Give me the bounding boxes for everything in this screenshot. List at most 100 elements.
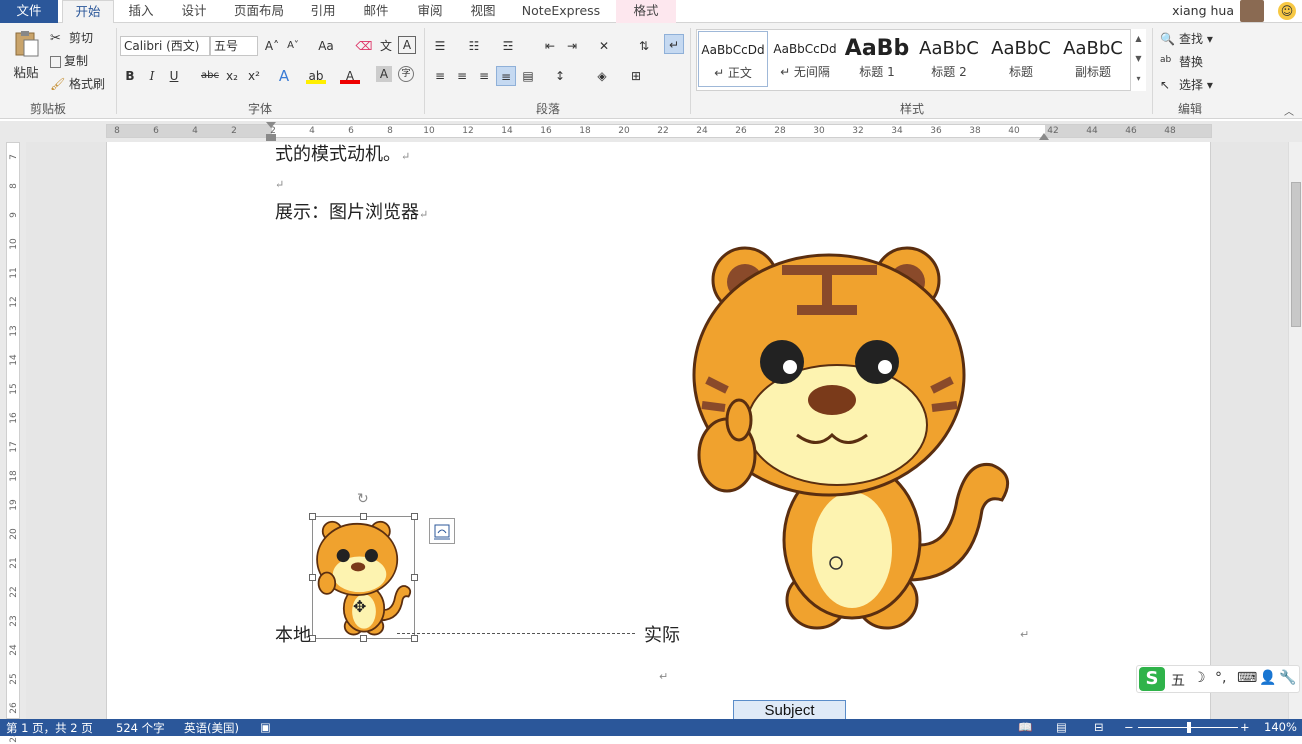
keyboard-icon[interactable]: ⌨ — [1237, 670, 1257, 686]
zoom-out-icon[interactable]: − — [1124, 720, 1134, 734]
resize-handle[interactable] — [360, 513, 367, 520]
multilevel-list-icon[interactable]: ☲ — [498, 36, 518, 56]
punctuation-icon[interactable]: °, — [1215, 670, 1226, 686]
align-right-icon[interactable]: ≡ — [474, 66, 494, 86]
wrench-icon[interactable]: 🔧 — [1279, 670, 1296, 686]
word-count[interactable]: 524 个字 — [116, 720, 165, 736]
tab-format[interactable]: 格式 — [616, 0, 676, 23]
paste-button[interactable]: 粘贴 — [8, 29, 44, 93]
scroll-thumb[interactable] — [1291, 182, 1301, 327]
copy-button[interactable]: 复制 — [50, 52, 88, 69]
distributed-icon[interactable]: ▤ — [518, 66, 538, 86]
font-name-select[interactable]: Calibri (西文) — [120, 36, 210, 56]
document-page[interactable]: 式的模式动机。↵ ↵ 展示：图片浏览器↵ ↻ ✥ 本地 实际 ↵ ↵ Subje… — [106, 142, 1211, 719]
select-button[interactable]: ↖ 选择 ▾ — [1160, 76, 1213, 94]
strikethrough-button[interactable]: abc — [198, 66, 222, 86]
macro-icon[interactable]: ▣ — [260, 720, 271, 734]
text-local[interactable]: 本地 — [275, 621, 311, 647]
sort-icon[interactable]: ⇅ — [634, 36, 654, 56]
tab-mailings[interactable]: 邮件 — [354, 0, 398, 23]
language[interactable]: 英语(美国) — [184, 720, 239, 736]
ime-toolbar[interactable]: S 五 ☽ °, ⌨ 👤 🔧 — [1136, 665, 1300, 693]
vertical-scrollbar[interactable] — [1288, 142, 1302, 719]
tab-references[interactable]: 引用 — [302, 0, 344, 23]
tab-insert[interactable]: 插入 — [120, 0, 162, 23]
format-painter-button[interactable]: 🖌 格式刷 — [50, 75, 105, 93]
sogou-logo-icon[interactable]: S — [1139, 667, 1165, 691]
tab-design[interactable]: 设计 — [172, 0, 216, 23]
feedback-smiley-icon[interactable]: ☺ — [1278, 2, 1296, 20]
zoom-in-icon[interactable]: + — [1240, 720, 1250, 734]
italic-button[interactable]: I — [142, 66, 162, 86]
indent-marker[interactable] — [266, 122, 276, 128]
tab-home[interactable]: 开始 — [62, 0, 114, 24]
tiger-image-large[interactable] — [687, 240, 1017, 635]
resize-handle[interactable] — [360, 635, 367, 642]
web-layout-icon[interactable]: ⊟ — [1094, 720, 1104, 734]
shading-icon[interactable]: ◈ — [592, 66, 612, 86]
styles-scroll[interactable]: ▲ ▼ ▾ — [1130, 29, 1146, 91]
resize-handle[interactable] — [411, 574, 418, 581]
show-marks-icon[interactable]: ↵ — [664, 34, 684, 54]
read-mode-icon[interactable]: 📖 — [1018, 720, 1032, 734]
grow-font-button[interactable]: A˄ — [262, 36, 282, 56]
numbering-icon[interactable]: ☷ — [464, 36, 484, 56]
resize-handle[interactable] — [411, 635, 418, 642]
avatar[interactable] — [1240, 0, 1264, 22]
phonetic-guide-icon[interactable]: 文 — [376, 36, 396, 56]
char-border-icon[interactable]: A — [398, 36, 416, 54]
increase-indent-icon[interactable]: ⇥ — [562, 36, 582, 56]
empty-paragraph[interactable]: ↵ — [275, 172, 284, 193]
cut-button[interactable]: ✂ 剪切 — [50, 29, 93, 47]
style-heading-2[interactable]: AaBbC 标题 2 — [914, 31, 984, 87]
tab-noteexpress[interactable]: NoteExpress — [514, 0, 608, 23]
horizontal-ruler[interactable]: 8 6 4 2 2 4 6 8 10 12 14 16 18 20 22 24 26 28 30 32 34 36 38 40… — [0, 121, 1302, 142]
highlight-icon[interactable]: ab — [306, 66, 326, 84]
font-size-select[interactable]: 五号 — [210, 36, 258, 56]
zoom-level[interactable]: 140% — [1264, 720, 1297, 734]
selected-image-frame[interactable]: ↻ ✥ — [309, 491, 418, 642]
style-title[interactable]: AaBbC 标题 — [986, 31, 1056, 87]
replace-button[interactable]: ab 替换 — [1160, 53, 1203, 71]
bold-button[interactable]: B — [120, 66, 140, 86]
superscript-button[interactable]: x² — [244, 66, 264, 86]
decrease-indent-icon[interactable]: ⇤ — [540, 36, 560, 56]
tiger-image-small[interactable] — [315, 519, 413, 637]
style-heading-1[interactable]: AaBb 标题 1 — [842, 31, 912, 87]
underline-button[interactable]: U — [164, 66, 184, 86]
char-shading-icon[interactable]: A — [376, 66, 392, 82]
font-color-icon[interactable]: A — [340, 66, 360, 84]
text-effects-icon[interactable]: A — [274, 66, 294, 86]
rotate-handle-icon[interactable]: ↻ — [357, 491, 369, 507]
print-layout-icon[interactable]: ▤ — [1056, 720, 1067, 734]
page-count[interactable]: 第 1 页，共 2 页 — [6, 720, 93, 736]
moon-icon[interactable]: ☽ — [1193, 670, 1206, 686]
borders-icon[interactable]: ⊞ — [626, 66, 646, 86]
tab-layout[interactable]: 页面布局 — [226, 0, 292, 23]
bullets-icon[interactable]: ☰ — [430, 36, 450, 56]
ime-mode[interactable]: 五 — [1171, 670, 1185, 690]
find-button[interactable]: 🔍 查找 ▾ — [1160, 30, 1213, 48]
zoom-thumb[interactable] — [1187, 722, 1191, 733]
justify-icon[interactable]: ≡ — [496, 66, 516, 86]
style-normal[interactable]: AaBbCcDd ↵ 正文 — [698, 31, 768, 87]
paragraph-text[interactable]: 式的模式动机。↵ — [275, 142, 410, 166]
tab-review[interactable]: 审阅 — [408, 0, 452, 23]
align-center-icon[interactable]: ≡ — [452, 66, 472, 86]
enclose-char-icon[interactable]: 字 — [398, 66, 414, 82]
resize-handle[interactable] — [309, 513, 316, 520]
subject-box[interactable]: Subject — [733, 700, 846, 719]
user-icon[interactable]: 👤 — [1259, 670, 1276, 686]
resize-handle[interactable] — [309, 574, 316, 581]
paragraph-text[interactable]: 展示：图片浏览器↵ — [275, 198, 428, 224]
collapse-ribbon-icon[interactable]: ︿ — [1284, 103, 1294, 118]
text-actual[interactable]: 实际 — [644, 621, 680, 647]
user-name[interactable]: xiang hua — [1172, 3, 1234, 18]
line-spacing-icon[interactable]: ↕ — [550, 66, 570, 86]
resize-handle[interactable] — [411, 513, 418, 520]
indent-marker[interactable] — [266, 134, 276, 141]
subscript-button[interactable]: x₂ — [222, 66, 242, 86]
document-area[interactable]: 式的模式动机。↵ ↵ 展示：图片浏览器↵ ↻ ✥ 本地 实际 ↵ ↵ Subje… — [26, 142, 1288, 719]
style-no-spacing[interactable]: AaBbCcDd ↵ 无间隔 — [770, 31, 840, 87]
tab-file[interactable]: 文件 — [0, 0, 58, 23]
